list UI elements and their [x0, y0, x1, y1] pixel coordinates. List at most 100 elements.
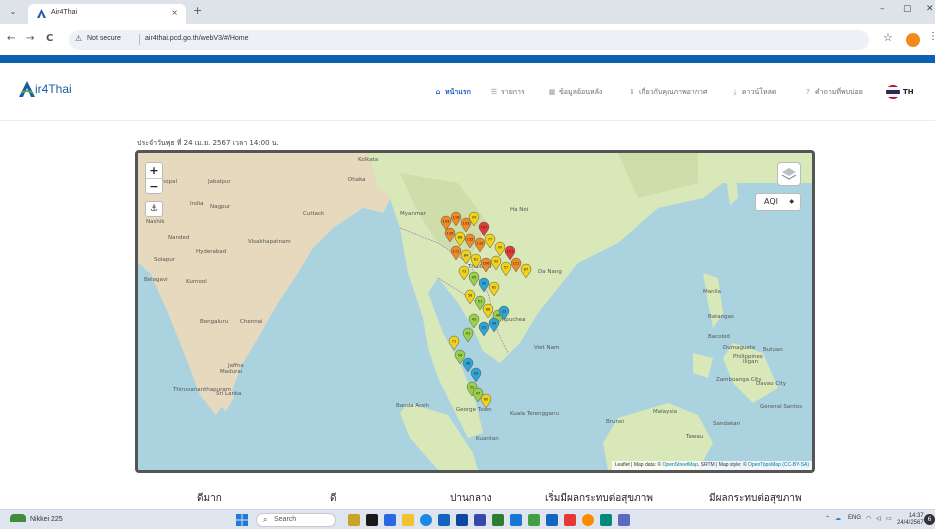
app-icon[interactable]: [546, 514, 558, 526]
url-text[interactable]: air4thai.pcd.go.th/webV3/#/Home: [145, 35, 249, 42]
list-icon: ☰: [490, 88, 498, 96]
legend-unhealthy: มีผลกระทบต่อสุขภาพ: [709, 493, 802, 504]
nav-about[interactable]: ℹ เกี่ยวกับคุณภาพอากาศ: [627, 87, 708, 97]
app-icon[interactable]: [600, 514, 612, 526]
forward-button[interactable]: →: [26, 33, 34, 45]
aqi-marker-value: 39: [482, 282, 487, 286]
chrome-icon[interactable]: [582, 514, 594, 526]
zoom-control: + −: [145, 162, 163, 194]
tab-search-icon[interactable]: ⌄: [7, 6, 19, 18]
aqi-marker-value: 29: [474, 372, 479, 376]
aqi-marker-value: 84: [464, 254, 469, 258]
app-icon[interactable]: [366, 514, 378, 526]
legend-moderate: ปานกลาง: [450, 493, 492, 504]
map-label: Batangas: [708, 314, 734, 320]
tray-cloud-icon[interactable]: ☁: [835, 515, 841, 522]
layers-button[interactable]: [777, 162, 801, 186]
app-icon[interactable]: [492, 514, 504, 526]
aqi-marker-value: 87: [524, 268, 529, 272]
tray-chevron-icon[interactable]: ⌃: [825, 515, 830, 522]
windows-taskbar: Nikkei 225 ⌕ Search ⌃ ☁ ENG ◠ ◁ ▭ 14:37 …: [0, 509, 935, 529]
volume-icon[interactable]: ◁: [876, 515, 881, 522]
profile-avatar[interactable]: [906, 33, 920, 47]
reload-button[interactable]: C: [46, 33, 53, 45]
map-canvas[interactable]: India Bhopal Jabalpur Nagpur Hyderabad V…: [138, 153, 812, 470]
app-icon[interactable]: [474, 514, 486, 526]
aqi-type-select[interactable]: AQI ◆: [755, 193, 801, 211]
map-label: Belagavi: [144, 277, 168, 283]
battery-icon[interactable]: ▭: [886, 515, 892, 522]
zoom-in-button[interactable]: +: [146, 163, 162, 179]
address-bar[interactable]: ⚠ Not secure air4thai.pcd.go.th/webV3/#/…: [69, 30, 869, 50]
browser-menu-icon[interactable]: ⋮: [928, 31, 935, 42]
browser-tabstrip: ⌄ Air4Thai × + – ▢ ✕: [0, 0, 935, 24]
app-icon[interactable]: [618, 514, 630, 526]
thai-flag-icon[interactable]: [886, 85, 900, 99]
nav-about-label: เกี่ยวกับคุณภาพอากาศ: [639, 88, 708, 96]
app-icon[interactable]: [528, 514, 540, 526]
taskbar-search[interactable]: ⌕ Search: [256, 513, 336, 527]
legend-unhealthy-sensitive: เริ่มมีผลกระทบต่อสุขภาพ: [545, 493, 653, 504]
aqi-marker-value: 54: [458, 354, 463, 358]
aqi-station-marker[interactable]: 29: [470, 367, 482, 383]
tray-language[interactable]: ENG: [848, 515, 861, 521]
aqi-marker-value: 71: [452, 340, 457, 344]
edge-icon[interactable]: [420, 514, 432, 526]
aqi-marker-value: 92: [494, 260, 499, 264]
map-label: Bengaluru: [200, 319, 228, 325]
new-tab-button[interactable]: +: [193, 5, 202, 17]
aqi-marker-value: 167: [481, 226, 488, 230]
aqi-marker-value: 88: [458, 236, 463, 240]
aqi-marker-value: 36: [466, 362, 471, 366]
aqi-station-marker[interactable]: 41: [462, 327, 474, 343]
nav-faq-label: คำถามที่พบบ่อย: [815, 88, 863, 96]
legend-very-good: ดีมาก: [197, 493, 222, 504]
aqi-station-marker[interactable]: 36: [462, 357, 474, 373]
app-icon[interactable]: [510, 514, 522, 526]
security-label[interactable]: Not secure: [87, 35, 121, 42]
browser-tab[interactable]: Air4Thai ×: [28, 4, 186, 24]
aqi-marker-value: 60: [484, 398, 489, 402]
aqi-station-marker[interactable]: 60: [480, 393, 492, 409]
site-header: ir4Thai ⌂ หน้าแรก ☰ รายการ ▦ ข้อมูลย้อนหลัง…: [0, 63, 935, 121]
language-switch[interactable]: TH: [903, 88, 914, 96]
attribution-otm-link[interactable]: OpenTopoMap (CC-BY-SA): [748, 462, 809, 468]
widgets-button[interactable]: Nikkei 225: [10, 514, 63, 523]
file-explorer-icon[interactable]: [402, 514, 414, 526]
map-label: Kurnool: [186, 279, 207, 285]
back-button[interactable]: ←: [7, 33, 15, 45]
bookmark-star-icon[interactable]: ☆: [883, 31, 893, 44]
taskview-icon[interactable]: [348, 514, 360, 526]
map-label: Nashik: [146, 219, 165, 225]
app-icon[interactable]: [384, 514, 396, 526]
nav-history-label: ข้อมูลย้อนหลัง: [559, 88, 603, 96]
zoom-out-button[interactable]: −: [146, 179, 162, 195]
logo-a-icon: [19, 81, 35, 97]
nav-download[interactable]: ⤓ ดาวน์โหลด: [730, 87, 776, 97]
map-label: Ha Noi: [510, 207, 529, 213]
attribution-osm-link[interactable]: OpenStreetMap: [663, 462, 698, 468]
maximize-button[interactable]: ▢: [903, 4, 912, 14]
nav-home-label: หน้าแรก: [445, 88, 471, 96]
map-label: Jaffna: [227, 363, 244, 369]
locate-icon[interactable]: ⚓: [145, 201, 163, 217]
nav-history[interactable]: ▦ ข้อมูลย้อนหลัง: [547, 87, 603, 97]
warning-icon[interactable]: ⚠: [75, 34, 82, 43]
window-close-button[interactable]: ✕: [926, 4, 934, 14]
notification-badge[interactable]: 6: [924, 514, 935, 525]
aqi-marker-value: 22: [502, 310, 507, 314]
nav-list[interactable]: ☰ รายการ: [489, 87, 525, 97]
nav-home[interactable]: ⌂ หน้าแรก: [433, 87, 471, 97]
aqi-marker-value: 34: [492, 322, 497, 326]
aqi-map[interactable]: India Bhopal Jabalpur Nagpur Hyderabad V…: [135, 150, 815, 473]
browser-toolbar: ← → C ⚠ Not secure air4thai.pcd.go.th/we…: [0, 24, 935, 55]
wifi-icon[interactable]: ◠: [866, 515, 871, 522]
system-clock[interactable]: 14:37 24/4/2567: [897, 513, 924, 527]
nav-faq[interactable]: ? คำถามที่พบบ่อย: [803, 87, 863, 97]
tab-close-icon[interactable]: ×: [171, 8, 178, 17]
app-icon[interactable]: [438, 514, 450, 526]
windows-start-icon[interactable]: [236, 514, 248, 526]
app-icon[interactable]: [456, 514, 468, 526]
minimize-button[interactable]: –: [880, 4, 885, 14]
app-icon[interactable]: [564, 514, 576, 526]
